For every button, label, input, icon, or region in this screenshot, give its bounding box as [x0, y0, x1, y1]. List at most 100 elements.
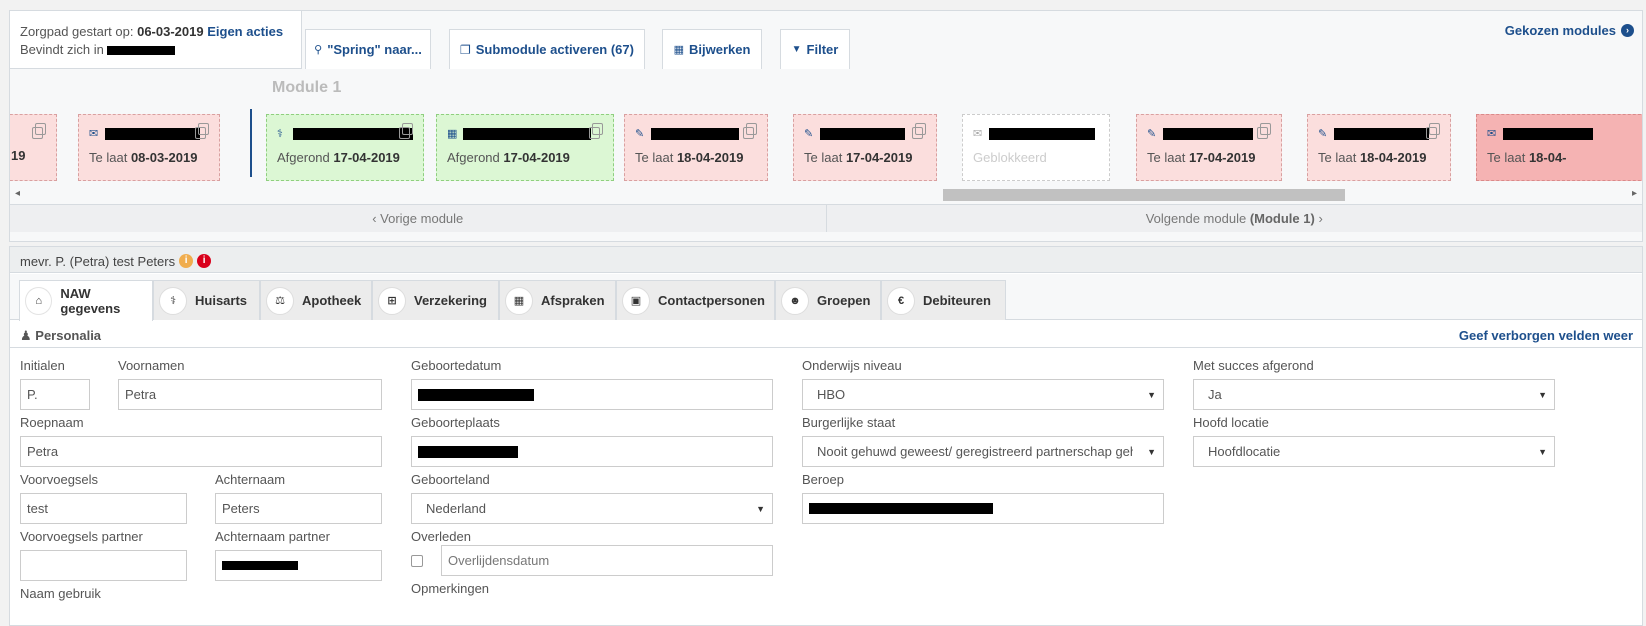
tab-contactpersonen[interactable]: ▣ Contactpersonen [616, 280, 775, 320]
prev-label: Vorige module [380, 211, 464, 226]
copy-icon[interactable] [195, 123, 209, 139]
birthcountry-label: Geboorteland [411, 472, 490, 487]
scroll-right-arrow[interactable]: ▸ [1632, 188, 1637, 199]
module-card[interactable]: ✎ Te laat 18-04-2019 [624, 114, 768, 181]
chosen-modules-link[interactable]: Gekozen modules › [1505, 23, 1634, 38]
tab-afspraken[interactable]: ▦ Afspraken [499, 280, 616, 320]
copy-icon[interactable] [1426, 123, 1440, 139]
marital-label: Burgerlijke staat [802, 415, 896, 430]
copy-icon[interactable] [399, 123, 413, 139]
tab-apotheek[interactable]: ⚖ Apotheek [260, 280, 372, 320]
caret-down-icon: ▼ [1147, 390, 1156, 400]
next-module-link[interactable]: Volgende module (Module 1) › [825, 205, 1643, 232]
module-card[interactable]: 19 [10, 114, 57, 181]
module-card[interactable]: ✉ Te laat 18-04- [1476, 114, 1642, 181]
education-label: Onderwijs niveau [802, 358, 902, 373]
profession-input[interactable] [802, 493, 1164, 524]
main-location-value: Hoofdlocatie [1208, 444, 1281, 459]
chevron-left-icon: ‹ [372, 211, 381, 226]
card-status: Te laat [1147, 150, 1186, 165]
next-label: Volgende module [1145, 211, 1247, 226]
previous-module-link[interactable]: ‹ Vorige module [10, 205, 826, 232]
caret-down-icon: ▼ [1147, 447, 1156, 457]
card-date: 18-04- [1528, 150, 1567, 165]
birthplace-input[interactable] [411, 436, 773, 467]
care-path-status: Zorgpad gestart op: 06-03-2019 Eigen act… [10, 11, 302, 69]
location-label: Bevindt zich in [20, 42, 104, 57]
patient-name: mevr. P. (Petra) test Peters [20, 254, 176, 269]
marital-value: Nooit gehuwd geweest/ geregistreerd part… [817, 444, 1133, 459]
scroll-left-arrow[interactable]: ◂ [15, 188, 20, 199]
module-card[interactable]: ▦ Afgerond 17-04-2019 [436, 114, 614, 181]
filter-label: Filter [806, 42, 839, 57]
info-red-icon[interactable]: i [197, 254, 212, 268]
callname-input[interactable]: Petra [20, 436, 382, 467]
copy-icon[interactable] [743, 123, 757, 139]
module-divider [250, 109, 252, 177]
show-hidden-fields-link[interactable]: Geef verborgen velden weer [1459, 328, 1633, 343]
card-status: Te laat [1487, 150, 1526, 165]
module-card[interactable]: ✎ Te laat 17-04-2019 [1136, 114, 1282, 181]
module-card[interactable]: ✎ Te laat 17-04-2019 [793, 114, 937, 181]
lastname-input[interactable]: Peters [215, 493, 382, 524]
tab-naw-gegevens[interactable]: ⌂ NAW gegevens [19, 280, 153, 321]
callname-label: Roepnaam [20, 415, 84, 430]
info-orange-icon[interactable]: i [179, 254, 194, 268]
partner-lastname-input[interactable] [215, 550, 382, 581]
calendar-icon: ▦ [447, 128, 458, 140]
own-actions-link[interactable]: Eigen acties [207, 24, 283, 39]
module-card[interactable]: ⚕ Afgerond 17-04-2019 [266, 114, 424, 181]
redacted-title [1333, 127, 1429, 140]
deceased-date-input[interactable]: Overlijdensdatum [441, 545, 773, 576]
copy-icon[interactable] [32, 123, 46, 139]
tab-huisarts[interactable]: ⚕ Huisarts [153, 280, 260, 320]
copy-icon[interactable] [589, 123, 603, 139]
patient-tabs: ⌂ NAW gegevens ⚕ Huisarts ⚖ Apotheek ⊞ V… [10, 274, 1642, 321]
copy-icon[interactable] [912, 123, 926, 139]
submodule-activate-button[interactable]: ❐ Submodule activeren (67) [449, 29, 645, 69]
edit-icon: ✎ [1147, 128, 1157, 140]
scrollbar-thumb[interactable] [943, 189, 1345, 201]
module-cards-strip[interactable]: 19 ✉ Te laat 08-03-2019 ⚕ Afgerond 17-04… [10, 106, 1642, 194]
spring-button[interactable]: ⚲ "Spring" naar... [305, 29, 431, 69]
success-select[interactable]: Ja ▼ [1193, 379, 1555, 410]
birthdate-label: Geboortedatum [411, 358, 502, 373]
card-status: Afgerond [277, 150, 330, 165]
module-card[interactable]: ✉ Te laat 08-03-2019 [78, 114, 220, 181]
filter-button[interactable]: ▼ Filter [780, 29, 850, 69]
marital-select[interactable]: Nooit gehuwd geweest/ geregistreerd part… [802, 436, 1164, 467]
module-card-blocked[interactable]: ✉ Geblokkeerd [962, 114, 1110, 181]
filter-icon: ▼ [791, 44, 802, 55]
doctor-icon: ⚕ [159, 286, 187, 315]
birthcountry-select[interactable]: Nederland ▼ [411, 493, 773, 524]
initials-input[interactable]: P. [20, 379, 90, 410]
tab-debiteuren[interactable]: € Debiteuren [881, 280, 1006, 320]
started-date: 06-03-2019 [137, 24, 204, 39]
calendar-icon: ▦ [505, 286, 533, 315]
tab-groepen[interactable]: ☻ Groepen [775, 280, 881, 320]
prefix-input[interactable]: test [20, 493, 187, 524]
card-date: 17-04-2019 [845, 150, 913, 165]
tab-verzekering[interactable]: ⊞ Verzekering [372, 280, 499, 320]
module-card[interactable]: ✎ Te laat 18-04-2019 [1307, 114, 1451, 181]
map-marker-icon: ⚲ [314, 44, 323, 56]
module-navigation: ‹ Vorige module Volgende module (Module … [10, 204, 1642, 232]
redacted-title [292, 127, 413, 140]
main-location-select[interactable]: Hoofdlocatie ▼ [1193, 436, 1555, 467]
update-button[interactable]: ▦ Bijwerken [662, 29, 762, 69]
envelope-icon: ✉ [973, 128, 983, 140]
cards-scrollbar[interactable]: ◂ ▸ [10, 187, 1642, 203]
deceased-checkbox[interactable] [411, 555, 423, 567]
firstnames-input[interactable]: Petra [118, 379, 382, 410]
section-personalia: ♟ Personalia Geef verborgen velden weer [10, 320, 1642, 348]
education-select[interactable]: HBO ▼ [802, 379, 1164, 410]
birthplace-label: Geboorteplaats [411, 415, 500, 430]
redacted-value [418, 388, 534, 401]
birthdate-input[interactable] [411, 379, 773, 410]
caret-down-icon: ▼ [756, 504, 765, 514]
euro-icon: € [887, 286, 915, 315]
partner-lastname-label: Achternaam partner [215, 529, 330, 544]
tab-label: Groepen [817, 293, 871, 308]
partner-prefix-input[interactable] [20, 550, 187, 581]
copy-icon[interactable] [1257, 123, 1271, 139]
